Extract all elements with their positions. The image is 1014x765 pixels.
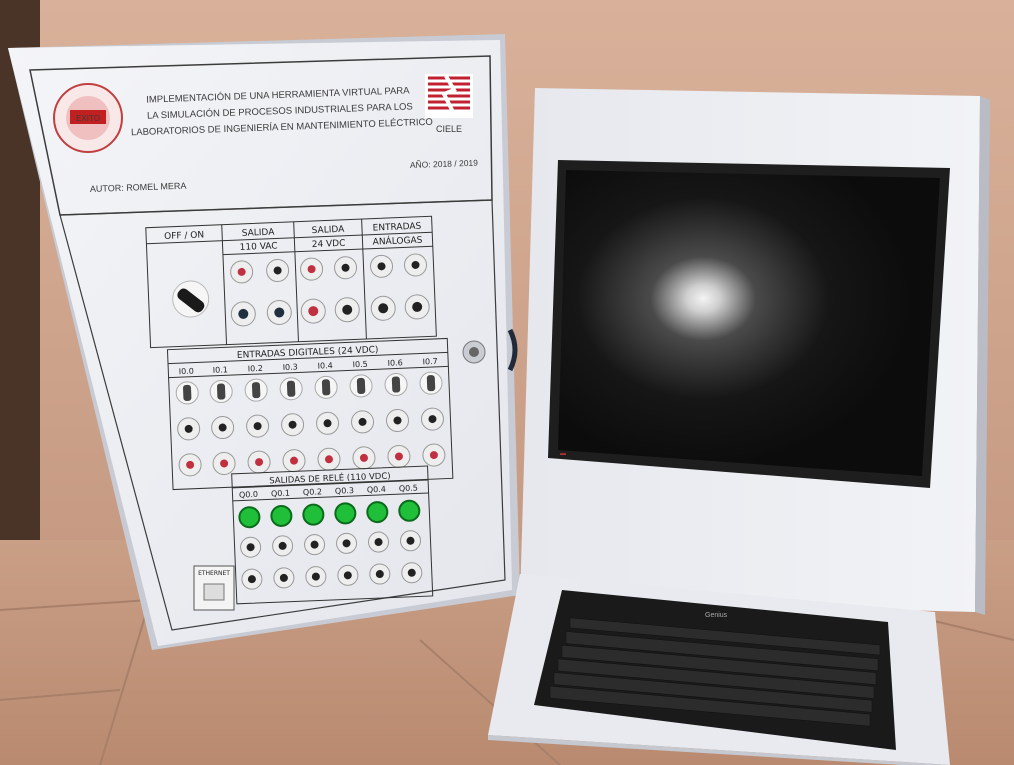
monitor-brand-mark: ▬ xyxy=(560,451,566,457)
digital-input-label: I0.7 xyxy=(422,357,437,367)
institution-logo-text: EXITO xyxy=(76,114,100,123)
jack[interactable] xyxy=(317,447,341,471)
jack[interactable] xyxy=(401,562,423,584)
jack[interactable] xyxy=(336,532,358,554)
digital-input-label: I0.4 xyxy=(318,361,333,371)
switch-header: OFF / ON xyxy=(164,230,204,242)
jack[interactable] xyxy=(369,563,391,585)
salida-dc-header: SALIDA xyxy=(312,225,346,236)
jack[interactable] xyxy=(385,408,409,432)
jack[interactable] xyxy=(230,301,256,327)
jack[interactable] xyxy=(334,297,360,323)
pilot-light-green xyxy=(238,506,261,529)
jack[interactable] xyxy=(370,295,396,321)
jack[interactable] xyxy=(282,449,306,473)
jack[interactable] xyxy=(241,568,263,590)
relay-output-label: Q0.1 xyxy=(271,489,290,499)
jack[interactable] xyxy=(351,410,375,434)
photo-scene: EXITO IMPLEMENTACIÓN DE UNA HERRAMIENTA … xyxy=(0,0,1014,765)
jack[interactable] xyxy=(178,453,202,477)
ciele-logo-text: CIELE xyxy=(436,124,462,134)
toggle-switch[interactable] xyxy=(314,375,338,399)
jack[interactable] xyxy=(211,416,235,440)
digital-input-label: I0.1 xyxy=(213,365,228,375)
monitor-screen xyxy=(558,170,940,476)
digital-input-label: I0.2 xyxy=(248,364,263,374)
jack[interactable] xyxy=(352,446,376,470)
jack[interactable] xyxy=(247,450,271,474)
digital-input-label: I0.0 xyxy=(179,367,194,377)
keyboard-brand: Genius xyxy=(705,612,728,619)
ethernet-port[interactable]: ETHERNET xyxy=(193,565,235,611)
digital-input-label: I0.3 xyxy=(283,362,298,372)
salida-ac-header: SALIDA xyxy=(242,228,276,239)
jack[interactable] xyxy=(368,531,390,553)
relay-output-label: Q0.4 xyxy=(367,485,386,495)
jack[interactable] xyxy=(266,258,290,282)
jack[interactable] xyxy=(399,530,421,552)
jack[interactable] xyxy=(404,294,430,320)
jack[interactable] xyxy=(316,411,340,435)
jack[interactable] xyxy=(403,253,427,277)
jack[interactable] xyxy=(212,451,236,475)
pilot-light-green xyxy=(270,504,293,527)
entradas-header: ENTRADAS xyxy=(373,222,422,234)
toggle-switch[interactable] xyxy=(419,371,443,395)
jack[interactable] xyxy=(305,566,327,588)
digital-input-label: I0.5 xyxy=(352,360,367,370)
jack[interactable] xyxy=(370,254,394,278)
pilot-light-green xyxy=(302,503,325,526)
toggle-switch[interactable] xyxy=(244,378,268,402)
jack[interactable] xyxy=(420,407,444,431)
salida-dc-sub: 24 VDC xyxy=(312,239,346,250)
jack[interactable] xyxy=(300,298,326,324)
jack[interactable] xyxy=(240,536,262,558)
pilot-light-green xyxy=(398,499,421,522)
monitor-kiosk: ▬ Genius xyxy=(488,88,990,765)
toggle-switch[interactable] xyxy=(175,381,199,405)
ethernet-label: ETHERNET xyxy=(198,570,230,577)
digital-input-label: I0.6 xyxy=(387,358,402,368)
pilot-light-green xyxy=(334,502,357,525)
jack[interactable] xyxy=(334,256,358,280)
relay-output-label: Q0.0 xyxy=(239,490,258,500)
door-lock[interactable] xyxy=(462,340,486,364)
jack[interactable] xyxy=(272,535,294,557)
jack[interactable] xyxy=(273,567,295,589)
jack[interactable] xyxy=(266,299,292,325)
institution-logo: EXITO xyxy=(53,83,123,153)
jack[interactable] xyxy=(387,444,411,468)
jack[interactable] xyxy=(177,417,201,441)
relay-output-label: Q0.5 xyxy=(399,483,418,493)
toggle-switch[interactable] xyxy=(384,373,408,397)
jack[interactable] xyxy=(337,564,359,586)
toggle-switch[interactable] xyxy=(209,380,233,404)
salida-ac-sub: 110 VAC xyxy=(240,241,278,253)
jack[interactable] xyxy=(422,443,446,467)
relay-output-label: Q0.2 xyxy=(303,487,322,497)
toggle-switch[interactable] xyxy=(279,377,303,401)
jack[interactable] xyxy=(246,414,270,438)
jack[interactable] xyxy=(281,413,305,437)
toggle-switch[interactable] xyxy=(349,374,373,398)
pilot-light-green xyxy=(366,501,389,524)
jack[interactable] xyxy=(300,257,324,281)
jack[interactable] xyxy=(304,534,326,556)
jack[interactable] xyxy=(230,260,254,284)
relay-output-label: Q0.3 xyxy=(335,486,354,496)
